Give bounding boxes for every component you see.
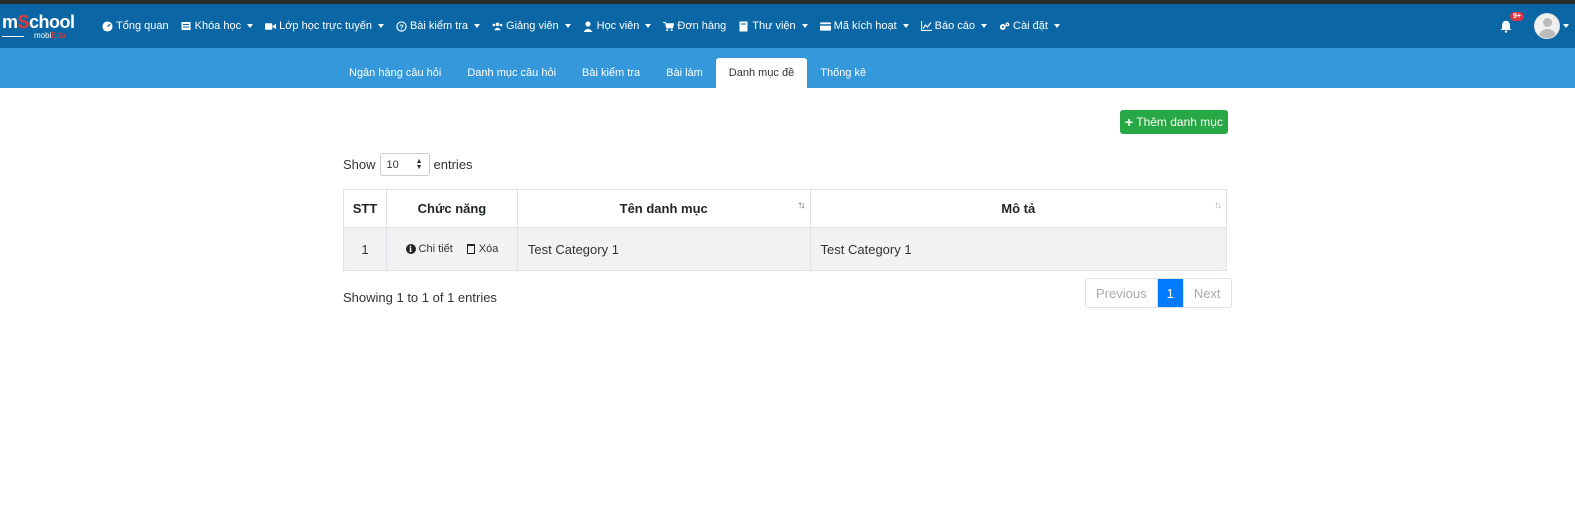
table-info-text: Showing 1 to 1 of 1 entries bbox=[343, 290, 497, 305]
nav-item-label: Cài đặt bbox=[1013, 20, 1048, 32]
nav-item-cai-dat[interactable]: Cài đặt bbox=[993, 4, 1066, 48]
nav-item-tong-quan[interactable]: Tổng quan bbox=[96, 4, 175, 48]
tab-bai-lam[interactable]: Bài làm bbox=[653, 58, 716, 88]
dashboard-icon bbox=[102, 20, 113, 32]
nav-item-hoc-vien[interactable]: Học viên bbox=[577, 4, 658, 48]
chevron-down-icon bbox=[564, 24, 571, 28]
entries-select-value: 10 bbox=[386, 158, 399, 171]
sort-icon: ↑↓ bbox=[797, 200, 806, 211]
book-icon bbox=[181, 21, 192, 32]
cell-actions: i Chi tiết Xóa bbox=[385, 227, 518, 271]
notification-badge: 9+ bbox=[1510, 12, 1524, 21]
main-menu: Tổng quan Khóa học Lớp học trực tuyến ? … bbox=[96, 4, 1066, 48]
sub-navbar: Ngân hàng câu hỏi Danh mục câu hỏi Bài k… bbox=[0, 48, 1575, 88]
chevron-down-icon bbox=[377, 24, 384, 28]
detail-link[interactable]: i Chi tiết bbox=[405, 243, 453, 255]
logo-underline bbox=[2, 36, 24, 37]
nav-item-thu-vien[interactable]: Thư viện bbox=[732, 4, 813, 48]
navbar-right: 9+ bbox=[1496, 4, 1575, 48]
tab-bai-kiem-tra[interactable]: Bài kiểm tra bbox=[569, 58, 653, 88]
pagination-previous[interactable]: Previous bbox=[1086, 279, 1157, 307]
chevron-down-icon bbox=[902, 24, 909, 28]
nav-item-ma-kich-hoat[interactable]: Mã kích hoạt bbox=[814, 4, 915, 48]
video-icon bbox=[265, 21, 277, 32]
nav-item-label: Đơn hàng bbox=[677, 20, 727, 32]
nav-item-label: Giảng viên bbox=[506, 20, 559, 32]
chevron-down-icon bbox=[645, 24, 652, 28]
delete-link[interactable]: Xóa bbox=[466, 243, 498, 255]
entries-length-control: Show 10 ▲ ▼ entries bbox=[343, 153, 473, 176]
nav-item-label: Bài kiểm tra bbox=[409, 20, 469, 32]
table-header-row: STT Chức năng Tên danh mục ↑↓ Mô tả ↑↓ bbox=[343, 189, 1228, 228]
nav-item-lop-hoc-truc-tuyen[interactable]: Lớp học trực tuyến bbox=[259, 4, 390, 48]
nav-item-label: Lớp học trực tuyến bbox=[279, 20, 372, 32]
nav-item-label: Báo cáo bbox=[934, 20, 976, 32]
top-navbar: mSchool mobiEdu Tổng quan Khóa học Lớp h… bbox=[0, 4, 1575, 48]
plus-icon: + bbox=[1125, 114, 1134, 130]
gears-icon bbox=[999, 21, 1010, 32]
chevron-down-icon bbox=[1053, 24, 1060, 28]
chevron-down-icon bbox=[474, 24, 481, 28]
nav-item-bai-kiem-tra[interactable]: ? Bài kiểm tra bbox=[390, 4, 486, 48]
cart-icon bbox=[663, 21, 675, 32]
tab-danh-muc-cau-hoi[interactable]: Danh mục câu hỏi bbox=[454, 58, 569, 88]
column-header-mo-ta[interactable]: Mô tả ↑↓ bbox=[809, 189, 1228, 228]
svg-text:?: ? bbox=[399, 22, 404, 31]
library-icon bbox=[738, 21, 749, 32]
user-icon bbox=[583, 20, 594, 32]
table-row: 1 i Chi tiết Xóa Test Category 1 Test Ca… bbox=[343, 227, 1228, 271]
column-header-stt[interactable]: STT bbox=[343, 189, 387, 228]
nav-item-giang-vien[interactable]: Giảng viên bbox=[486, 4, 577, 48]
chevron-down-icon bbox=[247, 24, 254, 28]
cell-mo-ta: Test Category 1 bbox=[809, 227, 1228, 271]
column-header-ten-danh-muc[interactable]: Tên danh mục ↑↓ bbox=[516, 189, 811, 228]
bell-icon bbox=[1500, 20, 1512, 33]
chevron-down-icon bbox=[981, 24, 988, 28]
cell-stt: 1 bbox=[343, 227, 387, 271]
sort-icon: ↑↓ bbox=[1214, 200, 1222, 211]
nav-item-label: Thư viện bbox=[752, 20, 796, 32]
entries-select[interactable]: 10 ▲ ▼ bbox=[379, 153, 430, 176]
add-category-button[interactable]: + Thêm danh mục bbox=[1120, 110, 1228, 134]
pagination-page-1[interactable]: 1 bbox=[1156, 279, 1183, 307]
nav-item-label: Mã kích hoạt bbox=[833, 20, 897, 32]
tab-danh-muc-de[interactable]: Danh mục đề bbox=[715, 58, 808, 88]
nav-item-label: Học viên bbox=[596, 20, 640, 32]
trash-icon bbox=[466, 244, 475, 254]
users-icon bbox=[492, 21, 503, 32]
chart-icon bbox=[920, 21, 932, 32]
nav-item-bao-cao[interactable]: Báo cáo bbox=[915, 4, 993, 48]
nav-item-label: Khóa học bbox=[194, 20, 242, 32]
nav-item-khoa-hoc[interactable]: Khóa học bbox=[175, 4, 259, 48]
pagination-next[interactable]: Next bbox=[1182, 279, 1231, 307]
cell-ten-danh-muc: Test Category 1 bbox=[516, 227, 811, 271]
question-icon: ? bbox=[396, 20, 407, 32]
select-arrows-icon: ▲ ▼ bbox=[415, 157, 423, 171]
nav-item-don-hang[interactable]: Đơn hàng bbox=[657, 4, 732, 48]
chevron-down-icon[interactable] bbox=[1563, 24, 1569, 28]
category-table: STT Chức năng Tên danh mục ↑↓ Mô tả ↑↓ 1 i… bbox=[343, 189, 1228, 271]
logo-text: mSchool bbox=[2, 12, 75, 32]
info-icon: i bbox=[405, 244, 416, 254]
notifications-button[interactable]: 9+ bbox=[1496, 12, 1524, 36]
tab-thong-ke[interactable]: Thống kê bbox=[807, 58, 879, 88]
tab-ngan-hang-cau-hoi[interactable]: Ngân hàng câu hỏi bbox=[336, 58, 454, 88]
column-header-chuc-nang: Chức năng bbox=[385, 189, 518, 228]
show-label: Show bbox=[343, 157, 376, 172]
logo-subtext: mobiEdu bbox=[34, 31, 66, 40]
pagination: Previous 1 Next bbox=[1085, 278, 1232, 308]
logo[interactable]: mSchool mobiEdu bbox=[0, 4, 90, 48]
chevron-down-icon bbox=[801, 24, 808, 28]
tab-list: Ngân hàng câu hỏi Danh mục câu hỏi Bài k… bbox=[336, 58, 879, 88]
nav-item-label: Tổng quan bbox=[116, 20, 169, 32]
card-icon bbox=[819, 21, 831, 32]
add-category-label: Thêm danh mục bbox=[1136, 115, 1223, 129]
avatar[interactable] bbox=[1534, 13, 1560, 39]
entries-label: entries bbox=[433, 157, 473, 172]
